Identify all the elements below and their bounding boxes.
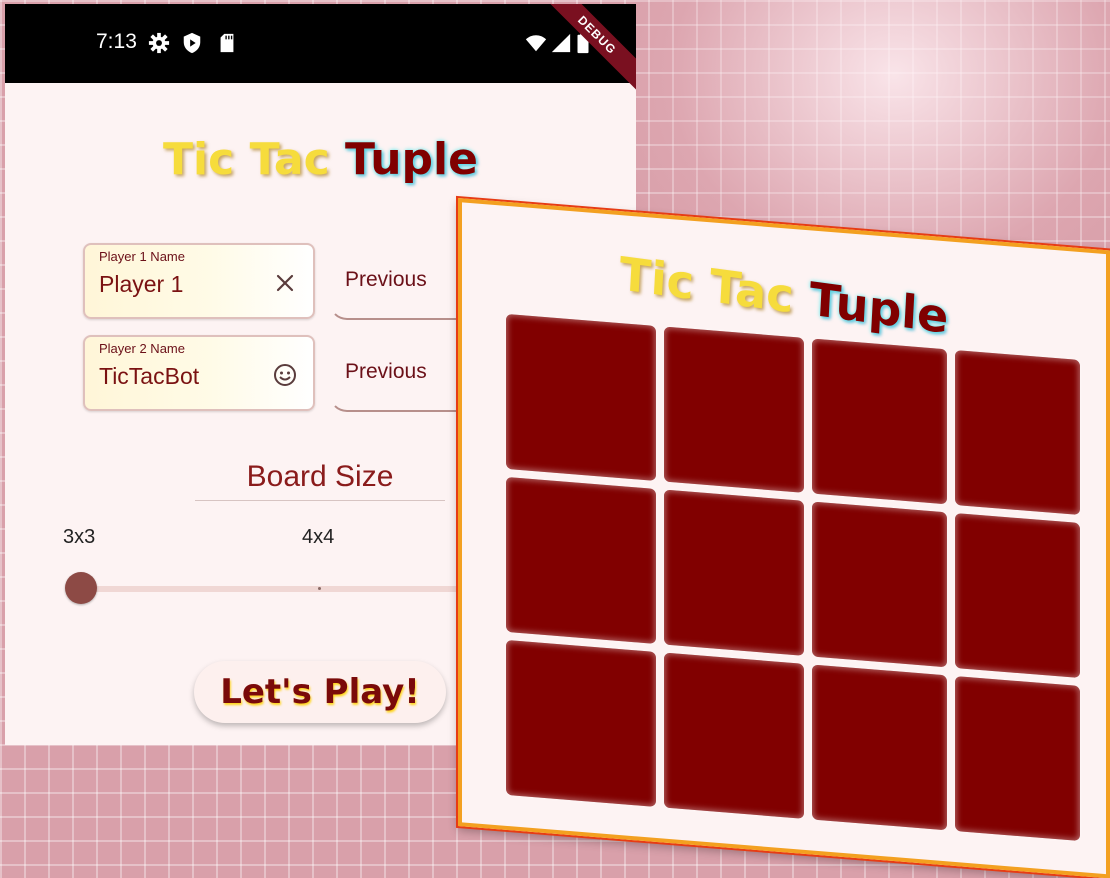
game-board-preview: Tic Tac Tuple <box>458 198 1110 878</box>
title-word: Tic <box>618 246 696 311</box>
slider-tick-mark <box>318 587 321 590</box>
board-cell[interactable] <box>664 326 804 493</box>
board-cell[interactable] <box>955 675 1080 842</box>
sd-card-icon <box>220 33 234 53</box>
title-word: Tuple <box>345 134 478 185</box>
status-time: 7:13 <box>96 30 137 53</box>
board-cell[interactable] <box>506 639 656 807</box>
title-word: Tac <box>249 134 330 185</box>
title-word: Tic <box>163 134 235 185</box>
board-size-slider-thumb[interactable] <box>65 572 97 604</box>
wifi-icon <box>525 35 547 52</box>
board-cell[interactable] <box>955 512 1080 679</box>
title-word: Tuple <box>808 271 950 344</box>
player2-name-label: Player 2 Name <box>99 341 185 356</box>
board-size-slider-track[interactable] <box>83 586 463 592</box>
board-cell[interactable] <box>812 501 947 668</box>
settings-icon <box>148 32 170 54</box>
lets-play-button[interactable]: Let's Play! <box>194 661 446 723</box>
board-cell[interactable] <box>506 313 656 481</box>
board-cell[interactable] <box>955 349 1080 516</box>
previous-label: Previous <box>345 360 427 383</box>
board-size-option-3x3: 3x3 <box>63 526 96 548</box>
player1-name-field[interactable]: Player 1 Name Player 1 <box>83 243 315 319</box>
board-cell[interactable] <box>664 489 804 656</box>
app-title: Tic Tac Tuple <box>5 134 636 185</box>
player1-name-input[interactable]: Player 1 <box>99 271 183 298</box>
board-cell[interactable] <box>812 664 947 831</box>
previous-label: Previous <box>345 268 427 291</box>
title-word: Tac <box>708 258 796 324</box>
board-cell[interactable] <box>664 652 804 819</box>
board-size-option-4x4: 4x4 <box>302 526 335 548</box>
signal-icon <box>551 33 571 53</box>
player2-name-input[interactable]: TicTacBot <box>99 363 199 390</box>
board-size-label: Board Size <box>195 460 445 501</box>
play-protect-icon <box>183 32 201 54</box>
status-bar: 7:13 DEBUG <box>5 4 636 96</box>
board-cell[interactable] <box>812 338 947 505</box>
smiley-icon[interactable] <box>273 363 297 387</box>
board-grid <box>506 313 1080 842</box>
board-cell[interactable] <box>506 476 656 644</box>
player2-name-field[interactable]: Player 2 Name TicTacBot <box>83 335 315 411</box>
close-icon[interactable] <box>273 271 297 295</box>
player1-name-label: Player 1 Name <box>99 249 185 264</box>
